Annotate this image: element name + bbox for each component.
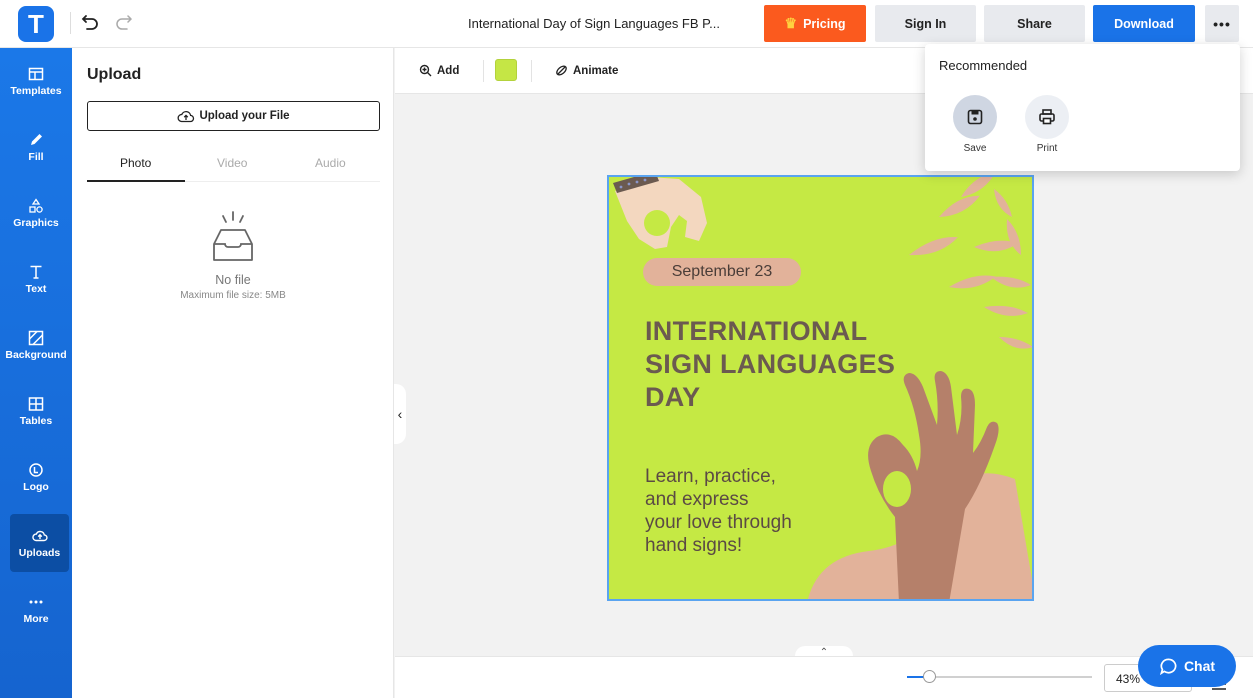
add-search-icon: [419, 64, 432, 77]
menu-section-title: Recommended: [939, 58, 1028, 73]
empty-state-subtitle: Maximum file size: 5MB: [180, 290, 286, 301]
divider: [531, 60, 532, 82]
sign-in-button[interactable]: Sign In: [875, 5, 976, 42]
sidebar-item-more[interactable]: More: [0, 580, 72, 638]
save-button[interactable]: [953, 95, 997, 139]
share-button[interactable]: Share: [984, 5, 1085, 42]
download-label: Download: [1114, 16, 1174, 31]
add-button[interactable]: Add: [419, 64, 459, 77]
chat-label: Chat: [1183, 658, 1216, 674]
sidebar-item-label: Tables: [19, 414, 53, 427]
divider: [70, 12, 71, 34]
active-tab-indicator: [87, 180, 185, 182]
sidebar-item-label: Text: [25, 282, 47, 295]
undo-icon[interactable]: [80, 10, 102, 34]
chat-button[interactable]: Chat: [1138, 645, 1236, 687]
templates-icon: [28, 67, 44, 80]
tab-video[interactable]: Video: [217, 156, 247, 170]
print-label: Print: [1036, 143, 1058, 154]
tab-audio[interactable]: Audio: [315, 156, 346, 170]
sidebar-item-text[interactable]: Text: [0, 250, 72, 308]
leaf-branch-graphic: [909, 177, 1032, 349]
shapes-icon: [29, 197, 43, 213]
panel-title: Upload: [87, 66, 142, 83]
design-canvas[interactable]: September 23 INTERNATIONAL SIGN LANGUAGE…: [607, 175, 1034, 601]
collapse-panel-button[interactable]: ‹: [394, 384, 406, 444]
share-label: Share: [1017, 16, 1052, 31]
text-icon: [30, 265, 42, 279]
print-button[interactable]: [1025, 95, 1069, 139]
empty-state-title: No file: [215, 273, 251, 287]
upload-file-label: Upload your File: [199, 110, 290, 122]
table-icon: [28, 396, 44, 411]
sidebar-item-label: Templates: [10, 84, 62, 97]
body-line: your love through: [645, 512, 792, 533]
animate-icon: [556, 65, 567, 76]
pencil-icon: [31, 133, 42, 145]
cloud-upload-icon: [177, 110, 195, 123]
app-logo[interactable]: T: [18, 6, 54, 42]
headline-line: INTERNATIONAL: [645, 316, 868, 346]
sidebar-item-label: Fill: [28, 150, 44, 163]
sign-in-label: Sign In: [904, 16, 947, 31]
sidebar-item-graphics[interactable]: Graphics: [0, 184, 72, 242]
chevron-left-icon: ‹: [397, 406, 403, 422]
logo-icon: [29, 462, 43, 477]
background-icon: [28, 330, 44, 345]
sidebar-item-label: Uploads: [18, 546, 61, 559]
empty-tray-icon: [213, 211, 253, 261]
fill-color-swatch[interactable]: [495, 59, 517, 81]
date-badge[interactable]: September 23: [643, 258, 801, 286]
more-options-button[interactable]: •••: [1205, 5, 1239, 42]
headline-line: DAY: [645, 382, 701, 412]
document-title[interactable]: International Day of Sign Languages FB P…: [468, 16, 720, 31]
media-tabs: Photo Video Audio: [87, 152, 380, 182]
design-headline[interactable]: INTERNATIONAL SIGN LANGUAGES DAY: [645, 315, 895, 414]
body-line: and express: [645, 489, 749, 510]
animate-label: Animate: [573, 64, 619, 77]
sidebar: Templates Fill Graphics Text Background …: [0, 48, 72, 698]
sidebar-item-label: Logo: [23, 480, 49, 493]
pricing-button[interactable]: ♛ Pricing: [764, 5, 866, 42]
cloud-upload-icon: [31, 530, 48, 541]
design-body-text[interactable]: Learn, practice, and express your love t…: [645, 465, 792, 557]
upload-panel: Upload Upload your File Photo Video Audi…: [72, 48, 394, 698]
ok-hand-top-graphic: [613, 177, 707, 249]
more-icon: •••: [1213, 15, 1231, 32]
print-icon: [1039, 109, 1055, 125]
tab-photo[interactable]: Photo: [120, 156, 151, 170]
redo-icon[interactable]: [112, 10, 134, 34]
body-line: hand signs!: [645, 535, 743, 556]
pricing-label: Pricing: [803, 16, 846, 31]
sidebar-item-label: Background: [5, 348, 67, 361]
top-bar: T International Day of Sign Languages FB…: [0, 0, 1253, 48]
sidebar-item-uploads[interactable]: Uploads: [10, 514, 69, 572]
download-button[interactable]: Download: [1093, 5, 1195, 42]
zoom-value: 43%: [1116, 672, 1141, 686]
sidebar-item-label: Graphics: [13, 216, 59, 229]
sidebar-item-fill[interactable]: Fill: [0, 118, 72, 176]
body-line: Learn, practice,: [645, 466, 776, 487]
print-menu-item[interactable]: Print: [1017, 95, 1077, 154]
logo-letter: T: [28, 8, 44, 39]
crown-icon: ♛: [784, 15, 798, 31]
more-options-menu: Recommended Save Print: [925, 44, 1240, 171]
sidebar-item-templates[interactable]: Templates: [0, 52, 72, 110]
add-label: Add: [437, 64, 460, 77]
sidebar-item-tables[interactable]: Tables: [0, 382, 72, 440]
animate-button[interactable]: Animate: [555, 64, 618, 77]
save-menu-item[interactable]: Save: [945, 95, 1005, 154]
save-icon: [967, 109, 983, 125]
zoom-slider-handle[interactable]: [923, 670, 936, 683]
more-dots-icon: [29, 600, 43, 603]
sidebar-item-logo[interactable]: Logo: [0, 448, 72, 506]
upload-file-button[interactable]: Upload your File: [87, 101, 380, 131]
sidebar-item-background[interactable]: Background: [0, 316, 72, 374]
divider: [483, 60, 484, 82]
sidebar-item-label: More: [23, 612, 49, 625]
save-label: Save: [963, 143, 987, 154]
headline-line: SIGN LANGUAGES: [645, 349, 896, 379]
chat-bubble-icon: [1159, 658, 1177, 675]
